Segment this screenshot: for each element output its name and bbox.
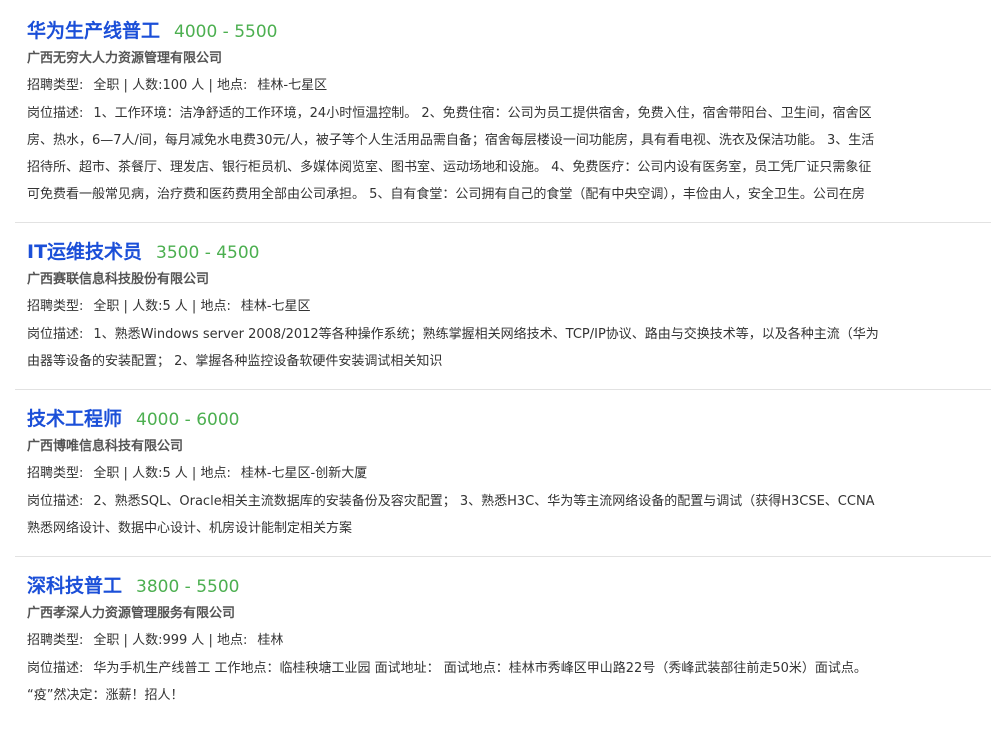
job-meta: 招聘类型: 全职 | 人数:5 人 | 地点: 桂林-七星区 [27, 293, 991, 321]
desc-line: 熟悉网络设计、数据中心设计、机房设计能制定相关方案 [27, 521, 353, 536]
job-card: IT运维技术员 3500 - 4500 广西赛联信息科技股份有限公司 招聘类型: 全… [15, 223, 991, 390]
job-description: 岗位描述: 华为手机生产线普工 工作地点：临桂秧塘工业园 面试地址： 面试地点：桂… [27, 655, 991, 709]
desc-label: 岗位描述: [27, 494, 84, 509]
desc-label: 岗位描述: [27, 327, 84, 342]
job-meta: 招聘类型: 全职 | 人数:5 人 | 地点: 桂林-七星区-创新大厦 [27, 460, 991, 488]
type-label: 招聘类型: [27, 78, 84, 93]
job-salary: 4000 - 5500 [174, 22, 278, 42]
desc-line: 2、熟悉SQL、Oracle相关主流数据库的安装备份及容灾配置； 3、熟悉H3C… [93, 494, 875, 509]
type-value: 全职 [93, 466, 120, 481]
separator: | [123, 78, 128, 93]
location-label: 地点: [216, 633, 248, 648]
desc-line: 华为手机生产线普工 工作地点：临桂秧塘工业园 面试地址： 面试地点：桂林市秀峰区… [93, 661, 867, 676]
job-title-link[interactable]: 深科技普工 [27, 575, 122, 597]
desc-line: 招待所、超市、茶餐厅、理发店、银行柜员机、多媒体阅览室、图书室、运动场地和设施。… [27, 160, 872, 175]
desc-line: “疫”然决定：涨薪！招人！ [27, 688, 184, 703]
company-name: 广西无穷大人力资源管理有限公司 [27, 51, 223, 66]
count-value: 5 [162, 466, 171, 481]
location-value: 桂林-七星区 [240, 299, 311, 314]
count-value: 100 [162, 78, 188, 93]
job-list: 华为生产线普工 4000 - 5500 广西无穷大人力资源管理有限公司 招聘类型:… [15, 0, 991, 723]
count-unit: 人 [191, 78, 205, 93]
job-title-row: 技术工程师 4000 - 6000 [27, 404, 991, 434]
type-value: 全职 [93, 78, 120, 93]
count-unit: 人 [174, 466, 188, 481]
separator: | [123, 299, 128, 314]
separator: | [123, 466, 128, 481]
location-label: 地点: [200, 466, 231, 481]
company-name: 广西赛联信息科技股份有限公司 [27, 272, 210, 287]
desc-line: 1、工作环境：洁净舒适的工作环境，24小时恒温控制。 2、免费住宿：公司为员工提… [93, 106, 872, 121]
company-name: 广西博唯信息科技有限公司 [27, 439, 184, 454]
job-card: 技术工程师 4000 - 6000 广西博唯信息科技有限公司 招聘类型: 全职 | … [15, 390, 991, 557]
type-label: 招聘类型: [27, 466, 84, 481]
job-title-link[interactable]: 技术工程师 [27, 408, 122, 430]
type-value: 全职 [93, 299, 120, 314]
company-name: 广西孝深人力资源管理服务有限公司 [27, 606, 236, 621]
location-label: 地点: [216, 78, 248, 93]
job-title-row: 华为生产线普工 4000 - 5500 [27, 16, 991, 46]
separator: | [191, 299, 197, 314]
job-title-row: IT运维技术员 3500 - 4500 [27, 237, 991, 267]
separator: | [191, 466, 197, 481]
desc-label: 岗位描述: [27, 661, 84, 676]
separator: | [123, 633, 128, 648]
count-unit: 人 [174, 299, 188, 314]
job-description: 岗位描述: 1、熟悉Windows server 2008/2012等各种操作系统… [27, 321, 991, 375]
count-value: 5 [162, 299, 171, 314]
location-label: 地点: [200, 299, 231, 314]
count-label: 人数: [132, 299, 163, 314]
location-value: 桂林-七星区-创新大厦 [240, 466, 368, 481]
separator: | [208, 633, 213, 648]
location-value: 桂林-七星区 [257, 78, 328, 93]
count-label: 人数: [132, 633, 163, 648]
desc-line: 房、热水，6—7人/间，每月减免水电费30元/人，被子等个人生活用品需自备；宿舍… [27, 133, 875, 148]
job-card: 华为生产线普工 4000 - 5500 广西无穷大人力资源管理有限公司 招聘类型:… [15, 0, 991, 223]
type-label: 招聘类型: [27, 299, 84, 314]
desc-line: 由器等设备的安装配置； 2、掌握各种监控设备软硬件安装调试相关知识 [27, 354, 443, 369]
desc-line: 可免费看一般常见病，治疗费和医药费用全部由公司承担。 5、自有食堂：公司拥有自己… [27, 187, 865, 202]
job-title-row: 深科技普工 3800 - 5500 [27, 571, 991, 601]
job-salary: 3500 - 4500 [156, 243, 260, 263]
job-card: 深科技普工 3800 - 5500 广西孝深人力资源管理服务有限公司 招聘类型: 全… [15, 557, 991, 723]
separator: | [208, 78, 213, 93]
desc-line: 1、熟悉Windows server 2008/2012等各种操作系统；熟练掌握… [93, 327, 879, 342]
job-description: 岗位描述: 2、熟悉SQL、Oracle相关主流数据库的安装备份及容灾配置； 3、… [27, 488, 991, 542]
job-title-link[interactable]: 华为生产线普工 [27, 20, 160, 42]
count-label: 人数: [132, 78, 163, 93]
job-meta: 招聘类型: 全职 | 人数:999 人 | 地点: 桂林 [27, 627, 991, 655]
type-label: 招聘类型: [27, 633, 84, 648]
desc-label: 岗位描述: [27, 106, 84, 121]
job-salary: 4000 - 6000 [136, 410, 240, 430]
job-description: 岗位描述: 1、工作环境：洁净舒适的工作环境，24小时恒温控制。 2、免费住宿：公… [27, 100, 991, 208]
count-unit: 人 [191, 633, 205, 648]
count-value: 999 [162, 633, 188, 648]
job-meta: 招聘类型: 全职 | 人数:100 人 | 地点: 桂林-七星区 [27, 72, 991, 100]
type-value: 全职 [93, 633, 120, 648]
location-value: 桂林 [257, 633, 284, 648]
job-title-link[interactable]: IT运维技术员 [27, 241, 142, 263]
job-salary: 3800 - 5500 [136, 577, 240, 597]
count-label: 人数: [132, 466, 163, 481]
